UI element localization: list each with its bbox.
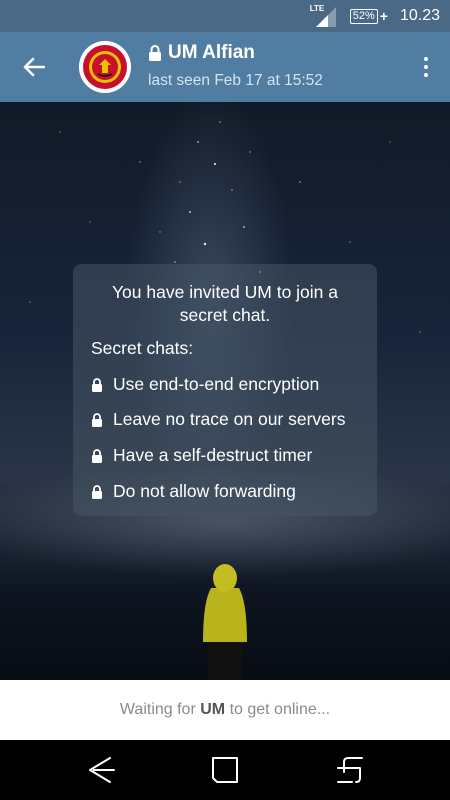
more-vertical-icon	[424, 57, 428, 61]
status-bar: LTE 52% + 10.23	[0, 0, 450, 32]
feature-label: Leave no trace on our servers	[113, 409, 346, 429]
battery-level: 52%	[349, 8, 378, 24]
waiting-status-bar: Waiting for UM to get online...	[0, 680, 450, 740]
secret-chat-info-card: You have invited UM to join a secret cha…	[73, 264, 377, 516]
nav-back-icon	[89, 757, 115, 783]
feature-item: Use end-to-end encryption	[91, 374, 319, 395]
more-vertical-dot	[424, 65, 428, 69]
battery-charging-icon: +	[379, 8, 388, 24]
back-button[interactable]	[14, 49, 54, 85]
nav-home-button[interactable]	[205, 754, 245, 786]
chat-title: UM Alfian	[168, 42, 255, 63]
more-options-button[interactable]	[416, 49, 436, 85]
signal-icon	[315, 7, 336, 27]
nav-recents-icon	[337, 757, 363, 783]
feature-label: Use end-to-end encryption	[113, 374, 320, 394]
feature-item: Leave no trace on our servers	[91, 409, 346, 430]
waiting-contact-name: UM	[200, 701, 226, 718]
signal-indicator: LTE	[310, 5, 336, 27]
chat-title-row[interactable]: UM Alfian	[148, 42, 255, 64]
lock-icon	[92, 484, 102, 499]
more-vertical-dot	[424, 73, 428, 77]
feature-label: Have a self-destruct timer	[113, 445, 313, 465]
invite-line-2: secret chat.	[179, 305, 271, 325]
lock-icon	[92, 448, 102, 463]
screen: LTE 52% + 10.23 UM Alfian last seen Feb …	[0, 0, 450, 800]
avatar[interactable]	[79, 41, 131, 93]
waiting-prefix: Waiting for	[119, 701, 201, 718]
chat-header: UM Alfian last seen Feb 17 at 15:52	[0, 32, 450, 102]
nav-home-icon	[212, 757, 238, 783]
last-seen-status: last seen Feb 17 at 15:52	[148, 72, 323, 89]
invite-message: You have invited UM to join a secret cha…	[73, 281, 377, 327]
status-time: 10.23	[399, 7, 440, 24]
arrow-left-icon	[23, 57, 45, 77]
chat-background: You have invited UM to join a secret cha…	[0, 102, 450, 680]
club-crest-icon	[79, 41, 131, 93]
system-nav-bar	[0, 740, 450, 800]
lock-icon	[149, 45, 161, 61]
lock-icon	[92, 412, 102, 427]
feature-item: Have a self-destruct timer	[91, 445, 312, 466]
secret-chats-heading: Secret chats:	[91, 338, 194, 358]
feature-item: Do not allow forwarding	[91, 481, 296, 502]
nav-recents-button[interactable]	[330, 754, 370, 786]
invite-line-1: You have invited UM to join a	[111, 282, 339, 302]
nav-back-button[interactable]	[80, 754, 120, 786]
lock-icon	[92, 377, 102, 392]
battery-indicator: 52% +	[349, 8, 388, 24]
waiting-suffix: to get online...	[225, 701, 331, 718]
feature-label: Do not allow forwarding	[113, 481, 296, 501]
